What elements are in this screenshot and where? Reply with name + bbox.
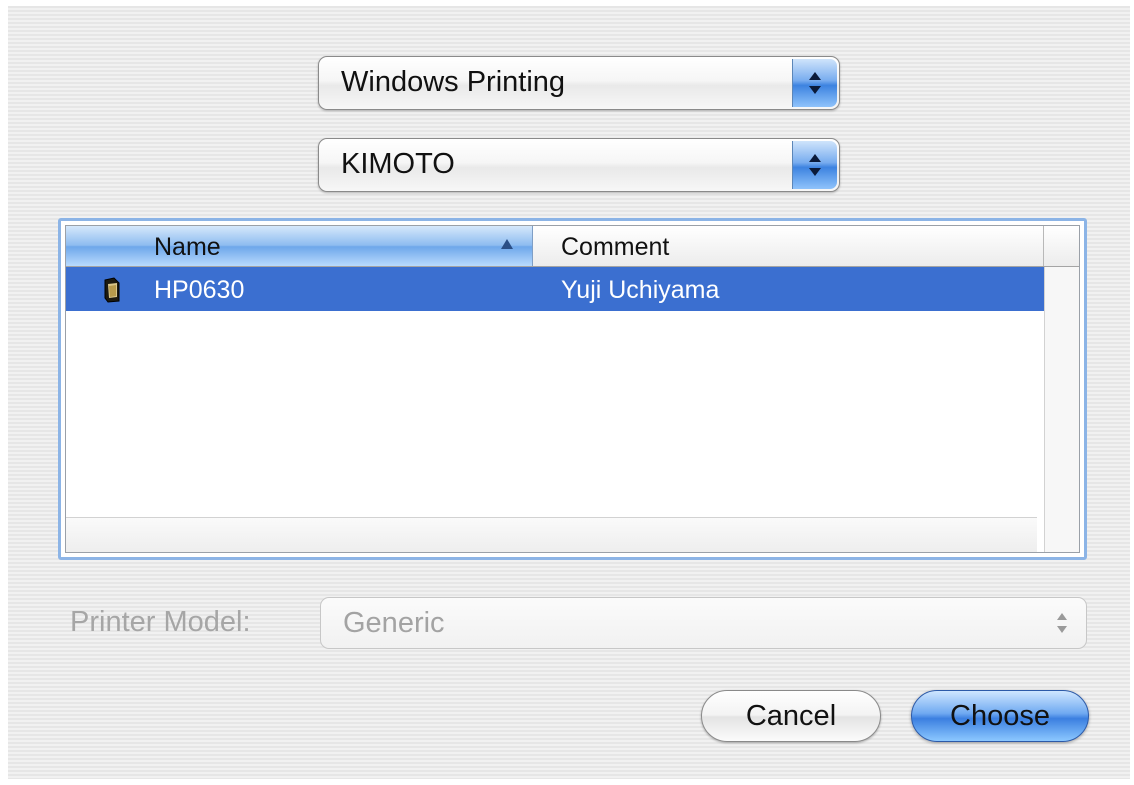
dialog-sheet: Windows Printing KIMOTO Name Comment HP0… — [0, 0, 1134, 785]
choose-button[interactable]: Choose — [911, 690, 1089, 742]
name-column-label: Name — [154, 233, 221, 261]
printer-list-header: Name Comment — [66, 226, 1079, 267]
workgroup-value: KIMOTO — [341, 148, 455, 180]
printer-list[interactable]: Name Comment HP0630 Yuji Uchiyama — [65, 225, 1080, 553]
comment-column-label: Comment — [561, 233, 670, 261]
name-column-header[interactable]: Name — [66, 226, 533, 266]
workgroup-popup[interactable]: KIMOTO — [318, 138, 840, 192]
printer-model-popup[interactable]: Generic — [320, 597, 1087, 649]
printer-comment-cell: Yuji Uchiyama — [561, 276, 720, 304]
popup-arrows-icon — [792, 141, 837, 189]
printing-service-value: Windows Printing — [341, 66, 566, 98]
comment-column-header[interactable]: Comment — [533, 226, 1044, 266]
sort-ascending-icon — [501, 239, 513, 249]
printer-model-label: Printer Model: — [70, 606, 251, 638]
popup-arrows-icon — [1040, 600, 1084, 646]
printer-model-value: Generic — [343, 607, 445, 639]
printer-icon — [104, 277, 120, 303]
cancel-button[interactable]: Cancel — [701, 690, 881, 742]
popup-arrows-icon — [792, 59, 837, 107]
vertical-scrollbar[interactable] — [1044, 267, 1079, 552]
table-row[interactable]: HP0630 Yuji Uchiyama — [66, 267, 1044, 311]
horizontal-scrollbar[interactable] — [66, 517, 1037, 552]
printer-list-focus-ring: Name Comment HP0630 Yuji Uchiyama — [58, 218, 1087, 560]
printing-service-popup[interactable]: Windows Printing — [318, 56, 840, 110]
printer-name-cell: HP0630 — [154, 276, 245, 304]
